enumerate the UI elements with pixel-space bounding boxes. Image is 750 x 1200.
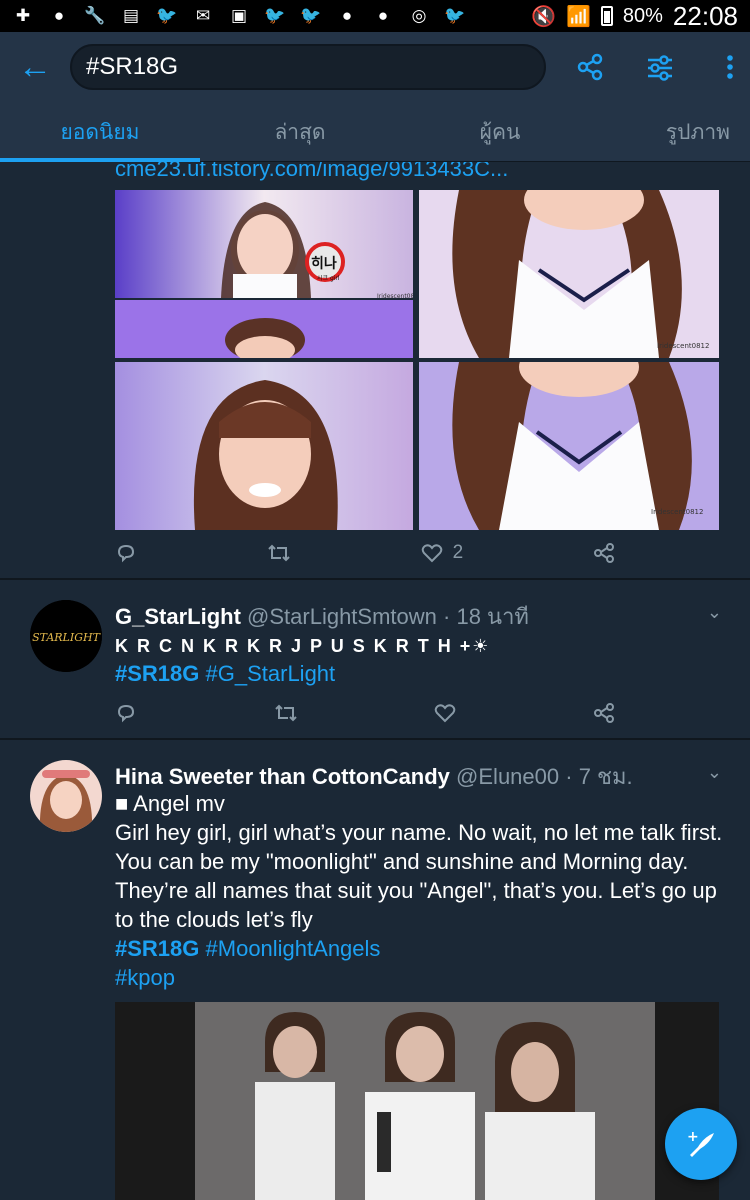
overflow-menu-button[interactable] [710, 47, 750, 87]
tab-people[interactable]: ผู้คน [400, 102, 600, 162]
retweet-icon [274, 704, 297, 722]
wrench-icon: 🔧 [84, 6, 106, 25]
twitter-icon: 🐦 [264, 6, 286, 25]
tweet-hashtags: #SR18G #G_StarLight [115, 659, 335, 688]
photo-watermark: Iridescent0812 [377, 293, 413, 300]
photo-badge-subtext: 시크 girl [317, 275, 340, 282]
hashtag[interactable]: #SR18G [115, 936, 199, 961]
tweet-link[interactable]: cme23.uf.tistory.com/image/9913433C... [115, 162, 508, 182]
tweet-feed[interactable]: cme23.uf.tistory.com/image/9913433C... 히… [0, 162, 750, 1200]
reply-icon [117, 704, 135, 723]
heart-icon [421, 544, 442, 563]
tweet-photo-1[interactable]: 히나 시크 girl Iridescent0812 [115, 190, 413, 358]
line-icon: ● [377, 6, 389, 25]
tab-photos[interactable]: รูปภาพ [600, 102, 750, 162]
arrow-left-icon: ← [18, 47, 52, 86]
retweet-icon [268, 544, 290, 562]
tweet-hashtags: #SR18G #MoonlightAngels #kpop [115, 934, 380, 992]
gallery-icon: ▣ [230, 6, 248, 25]
display-name[interactable]: Hina Sweeter than CottonCandy [115, 764, 450, 789]
clock: 22:08 [672, 0, 738, 31]
share-icon [593, 703, 614, 723]
share-button[interactable] [570, 47, 610, 87]
reply-button[interactable] [115, 542, 137, 564]
hashtag[interactable]: #kpop [115, 965, 175, 990]
avatar[interactable]: STARLIGHT [30, 600, 102, 672]
chevron-down-icon[interactable]: ⌄ [707, 602, 722, 623]
sim-icon: ▤ [122, 6, 140, 25]
system-indicators: 🔇 📶 80% 22:08 [531, 1, 738, 32]
tweet-divider [0, 738, 750, 740]
tweet-divider [0, 578, 750, 580]
tweet-time: · 18 นาที [443, 604, 529, 629]
chevron-down-icon[interactable]: ⌄ [707, 762, 722, 783]
notification-icons: ✚ ● 🔧 ▤ 🐦 ✉ ▣ 🐦 🐦 ● ● ◎ 🐦 [12, 5, 466, 27]
retweet-button[interactable] [267, 542, 291, 564]
tweet-text: Girl hey girl, girl what’s your name. No… [115, 820, 723, 932]
share-icon [577, 53, 603, 81]
wifi-icon: 📶 [565, 5, 591, 28]
back-button[interactable]: ← [0, 32, 70, 102]
user-handle: @StarLightSmtown [247, 604, 437, 629]
tweet-text: K R C N K R K R J P U S K R T H +☀ [115, 636, 491, 656]
twitter-icon: 🐦 [444, 6, 466, 25]
tweet-photo-4[interactable]: Iridescent0812 [419, 362, 719, 530]
tweet-title: ■ Angel mv [115, 791, 225, 816]
heart-icon [435, 704, 456, 723]
share-tweet-button[interactable] [593, 702, 615, 724]
svg-text:Iridescent0812: Iridescent0812 [651, 508, 703, 516]
tweet-actions: 2 [115, 542, 615, 564]
mail-icon: ✉ [195, 6, 211, 25]
search-input[interactable]: #SR18G [70, 44, 546, 90]
tweet-photo-2[interactable]: Iridescent0812 [419, 190, 719, 358]
line-icon: ● [341, 6, 353, 25]
hashtag[interactable]: #SR18G [115, 661, 199, 686]
photo-badge-text: 히나 [311, 255, 337, 272]
tweet-video[interactable] [115, 1002, 719, 1200]
twitter-icon: 🐦 [300, 6, 322, 25]
svg-text:Iridescent0812: Iridescent0812 [657, 342, 709, 350]
battery-icon [600, 6, 613, 26]
plus-icon: ✚ [15, 6, 31, 25]
tweet-time: · 7 ชม. [565, 764, 633, 789]
status-bar: ✚ ● 🔧 ▤ 🐦 ✉ ▣ 🐦 🐦 ● ● ◎ 🐦 🔇 📶 80% 22:08 [0, 0, 750, 32]
tweet-photo-3[interactable] [115, 362, 413, 530]
hashtag[interactable]: #G_StarLight [206, 661, 336, 686]
share-tweet-button[interactable] [593, 542, 615, 564]
twitter-icon: 🐦 [156, 6, 178, 25]
retweet-button[interactable] [274, 702, 298, 724]
tab-top[interactable]: ยอดนิยม [0, 102, 200, 162]
chrome-icon: ◎ [411, 6, 427, 25]
like-button[interactable]: 2 [421, 542, 464, 564]
like-button[interactable] [434, 702, 456, 724]
search-toolbar: ← #SR18G [0, 32, 750, 102]
search-tabs: ยอดนิยม ล่าสุด ผู้คน รูปภาพ [0, 102, 750, 162]
reply-button[interactable] [115, 702, 137, 724]
display-name[interactable]: G_StarLight [115, 604, 241, 629]
filter-button[interactable] [640, 47, 680, 87]
battery-level: 80% [622, 4, 663, 27]
avatar-logo-text: STARLIGHT [32, 631, 102, 644]
tweet-actions [115, 702, 615, 724]
tab-latest[interactable]: ล่าสุด [200, 102, 400, 162]
compose-quill-icon: + [687, 1129, 714, 1157]
share-icon [593, 543, 614, 563]
sliders-icon [648, 55, 672, 81]
hashtag[interactable]: #MoonlightAngels [206, 936, 381, 961]
mute-icon: 🔇 [531, 5, 556, 28]
svg-text:+: + [687, 1129, 699, 1145]
avatar[interactable] [30, 760, 102, 832]
line-icon: ● [53, 6, 65, 25]
search-query: #SR18G [86, 53, 179, 80]
reply-icon [117, 544, 135, 563]
compose-tweet-button[interactable]: + [665, 1108, 737, 1180]
tweet-header: G_StarLight @StarLightSmtown · 18 นาที [115, 599, 529, 634]
user-handle: @Elune00 [456, 764, 560, 789]
like-count: 2 [452, 542, 464, 563]
more-vertical-icon [727, 55, 733, 79]
